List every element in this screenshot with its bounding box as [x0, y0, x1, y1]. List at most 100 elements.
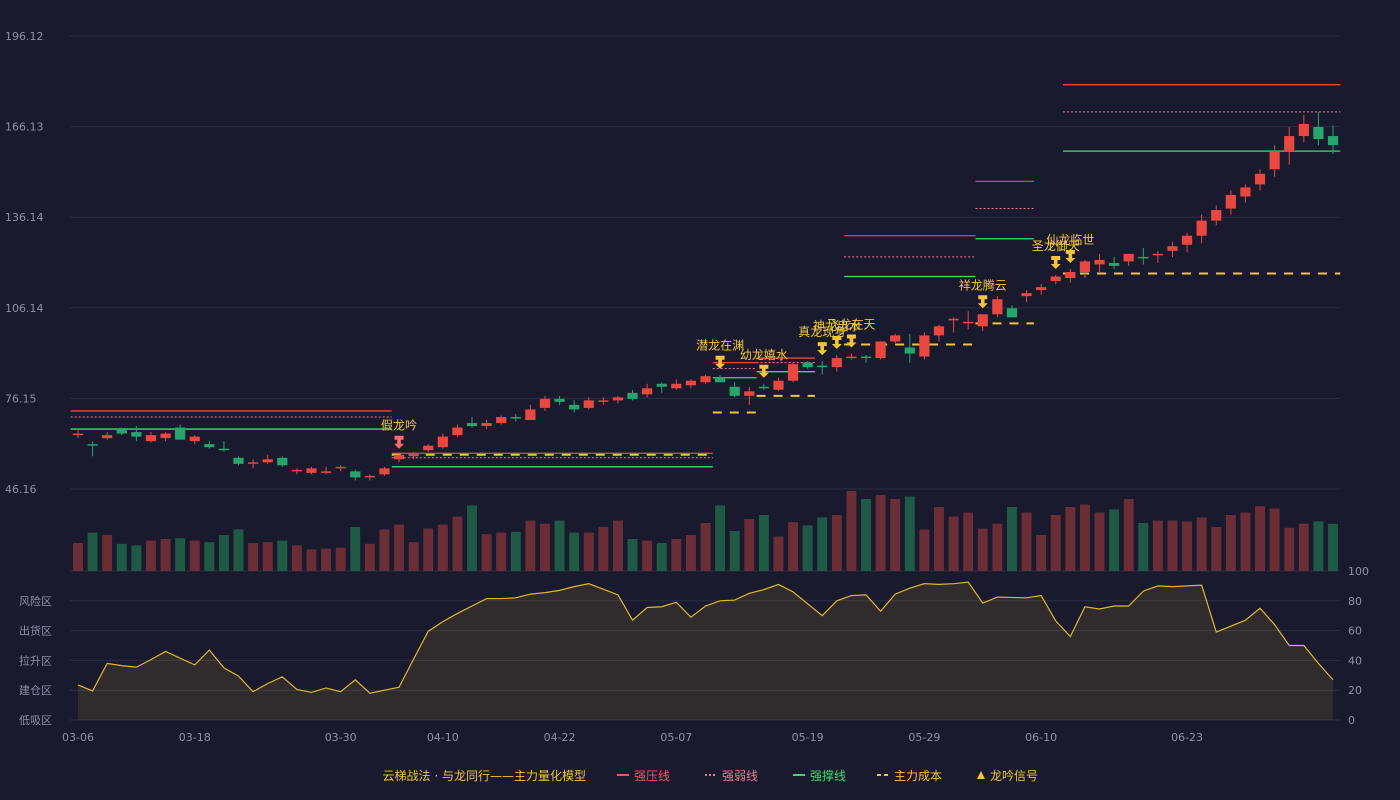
candle-body — [963, 321, 974, 324]
candle-body — [1211, 210, 1222, 221]
x-tick-label: 06-10 — [1025, 731, 1057, 744]
candle-body — [525, 409, 536, 421]
volume-bar — [73, 543, 83, 571]
volume-bar — [1152, 520, 1163, 571]
candle-body — [364, 475, 375, 478]
candle-body — [642, 388, 653, 395]
zone-label: 低吸区 — [19, 714, 52, 727]
candle-body — [335, 466, 346, 469]
candle-body — [145, 435, 157, 442]
legend-triangle-icon — [977, 771, 985, 779]
candle-body — [72, 433, 84, 436]
candle-body — [160, 433, 171, 439]
volume-bar — [218, 535, 229, 571]
volume-bar — [861, 499, 871, 571]
candle-body — [437, 436, 448, 448]
volume-bar — [1225, 515, 1236, 571]
candle-body — [933, 326, 945, 336]
volume-bar — [948, 516, 959, 571]
volume-bar — [934, 507, 944, 571]
volume-bar — [817, 517, 828, 571]
candle-body — [1079, 261, 1091, 272]
candle-body — [904, 347, 915, 354]
candle-body — [1181, 235, 1193, 245]
zone-label: 出货区 — [19, 624, 52, 638]
volume-bar — [671, 539, 682, 571]
signal-label: 假龙吟 — [381, 418, 417, 433]
candle-body — [1108, 262, 1120, 266]
volume-bar — [685, 535, 696, 571]
volume-bar — [364, 543, 375, 571]
candle-body — [992, 299, 1003, 315]
volume-bar — [262, 542, 273, 571]
signal-arrow-icon — [1050, 256, 1061, 270]
volume-bar — [773, 536, 784, 571]
x-tick-label: 04-22 — [544, 731, 576, 744]
candle-body — [277, 457, 288, 466]
volume-bar — [379, 529, 390, 571]
volume-bar — [467, 505, 477, 571]
volume-bar — [116, 543, 127, 571]
volume-bar — [1240, 512, 1251, 571]
volume-bar — [496, 532, 507, 571]
legend-title: 云梯战法 · 与龙同行——主力量化模型 — [383, 769, 586, 783]
candle-body — [189, 436, 200, 442]
candle-body — [204, 444, 215, 448]
volume-bar — [131, 545, 142, 571]
candle-body — [291, 469, 303, 472]
volume-bar — [1298, 523, 1309, 571]
volume-bar — [758, 515, 769, 571]
volume-bar — [408, 542, 419, 571]
volume-bar — [831, 515, 842, 571]
candle-body — [87, 444, 98, 446]
volume-bar — [1123, 499, 1134, 571]
candle-body — [1152, 253, 1163, 256]
volume-bar — [890, 499, 901, 571]
volume-bar — [87, 532, 98, 571]
volume-bar — [189, 540, 200, 571]
volume-bar — [1050, 515, 1061, 571]
candle-body — [583, 400, 594, 408]
volume-bar — [1211, 527, 1222, 571]
candle-body — [787, 364, 799, 381]
volume-bar — [306, 549, 317, 571]
signal-arrow-icon — [394, 435, 405, 449]
chart-root: 196.12 166.13 136.14 106.14 76.15 46.16 100 80 6… — [0, 0, 1400, 800]
candle-body — [423, 445, 434, 451]
volume-bar — [715, 505, 726, 571]
volume-bar — [904, 496, 915, 571]
volume-bar — [510, 531, 521, 571]
indicator-tick-label: 20 — [1348, 684, 1362, 697]
candle-body — [817, 365, 828, 368]
candle-body — [1269, 151, 1280, 170]
legend-label: 主力成本 — [894, 769, 942, 783]
candle-body — [1254, 173, 1266, 185]
volume-bar — [291, 545, 302, 571]
volume-bar — [700, 523, 711, 571]
volume-bar — [583, 532, 594, 571]
candle-body — [1298, 123, 1309, 137]
candle-body — [773, 380, 784, 390]
x-tick-label: 03-18 — [179, 731, 211, 744]
volume-bar — [525, 520, 536, 571]
signal-label: 仙龙临世 — [1046, 233, 1094, 247]
x-tick-label: 05-29 — [908, 731, 940, 744]
volume-bar — [1167, 520, 1178, 571]
candle-body — [175, 427, 186, 440]
signal-label: 飞龙在天 — [827, 318, 875, 332]
volume-bar — [612, 520, 623, 571]
candle-body — [496, 416, 507, 424]
x-tick-label: 03-30 — [325, 731, 357, 744]
candle-body — [685, 380, 697, 386]
candle-body — [671, 383, 682, 389]
volume-bar — [1196, 517, 1207, 571]
candle-body — [627, 392, 638, 399]
candle-body — [890, 335, 901, 342]
legend-label: 强撑线 — [810, 768, 846, 783]
signal-arrow-icon — [1065, 249, 1076, 263]
candle-body — [116, 429, 127, 434]
signal-arrow-icon — [817, 342, 828, 356]
y-tick-label: 196.12 — [5, 30, 44, 43]
indicator-tick-label: 80 — [1348, 595, 1362, 608]
candle-body — [948, 318, 959, 321]
